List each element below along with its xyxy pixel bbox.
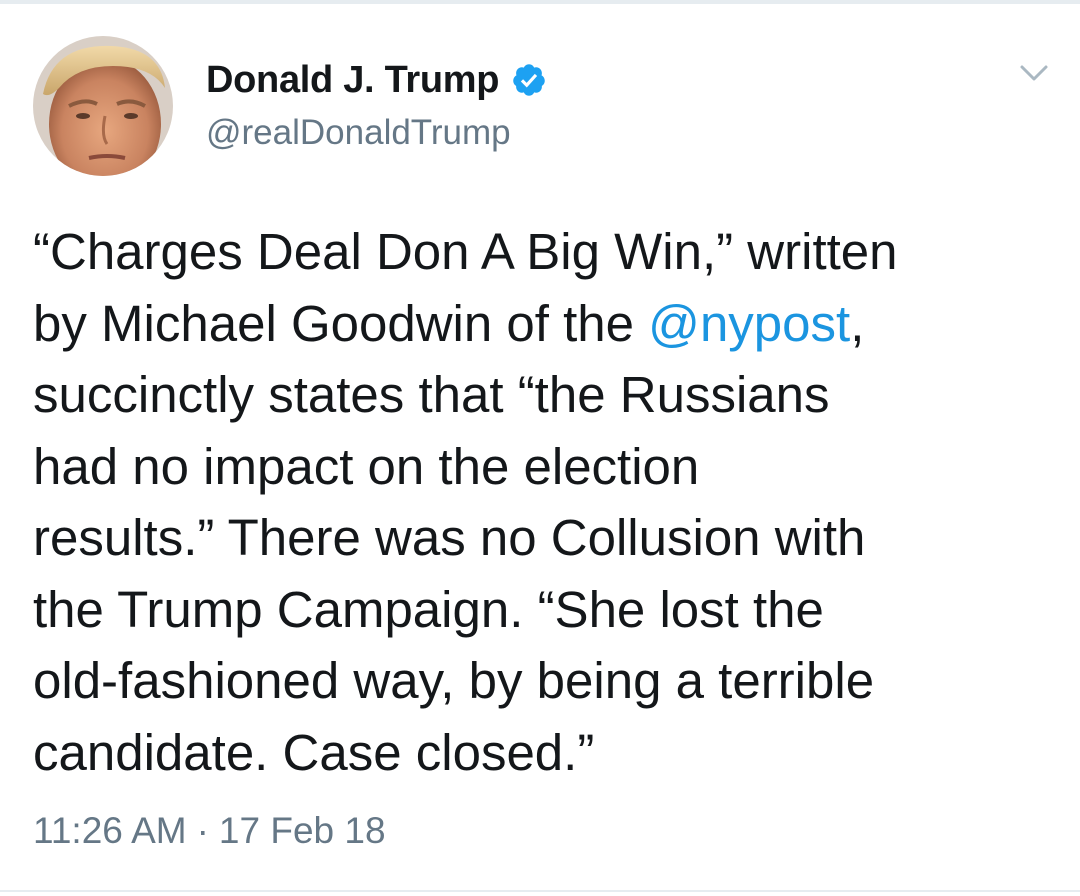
profile-photo <box>33 36 173 176</box>
author-handle[interactable]: @realDonaldTrump <box>206 113 511 153</box>
tweet-text-line: succinctly states that “the Russians <box>33 366 830 423</box>
tweet-time[interactable]: 11:26 AM <box>33 810 187 851</box>
tweet-text-line: candidate. Case closed.” <box>33 723 595 781</box>
chevron-down-icon[interactable] <box>1014 58 1054 88</box>
tweet-text-line: by Michael Goodwin of the @nypost, <box>33 288 1053 360</box>
bottom-divider <box>0 890 1080 892</box>
tweet-text: “Charges Deal Don A Big Win,” written by… <box>33 216 1053 788</box>
author-name-row[interactable]: Donald J. Trump <box>206 56 547 104</box>
tweet-text-line: “Charges Deal Don A Big Win,” written <box>33 223 898 280</box>
avatar[interactable] <box>33 36 173 176</box>
tweet-timestamp[interactable]: 11:26 AM · 17 Feb 18 <box>33 810 386 852</box>
mention-link[interactable]: @nypost <box>648 295 850 352</box>
separator-dot: · <box>196 810 209 851</box>
verified-badge-icon <box>511 62 547 98</box>
top-divider <box>0 0 1080 4</box>
tweet-text-fragment: , <box>850 294 865 352</box>
tweet-text-line: old-fashioned way, by being a terrible <box>33 652 875 709</box>
tweet-text-line: results.” There was no Collusion with <box>33 509 866 566</box>
tweet-text-line: had no impact on the election <box>33 437 700 495</box>
author-display-name[interactable]: Donald J. Trump <box>206 59 500 102</box>
tweet-text-fragment: by Michael Goodwin of the <box>33 294 649 352</box>
tweet-text-line: the Trump Campaign. “She lost the <box>33 580 824 638</box>
tweet-date[interactable]: 17 Feb 18 <box>219 810 386 851</box>
